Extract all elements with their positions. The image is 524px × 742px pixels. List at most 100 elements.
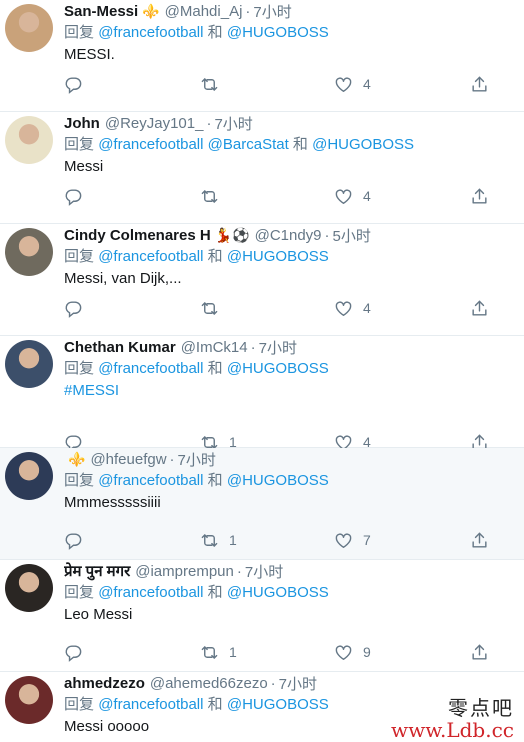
tweet-time[interactable]: 7小时 [178,449,216,470]
tweet-time[interactable]: 7小时 [259,337,297,358]
tweet-header: Cindy Colmenares H💃⚽@C1ndy9·5小时 [64,224,524,246]
avatar[interactable] [5,116,53,164]
tweet-text: #MESSI [64,380,524,402]
display-name[interactable]: John [64,115,100,132]
mention-link[interactable]: @BarcaStat [208,136,289,153]
reply-button[interactable] [64,531,83,550]
tweet[interactable]: ⚜️@hfeuefgw·7小时回复 @francefootball 和 @HUG… [0,448,524,560]
reply-prefix: 回复 [64,696,94,713]
reply-prefix: 回复 [64,136,94,153]
replying-to: 回复 @francefootball 和 @HUGOBOSS [64,358,524,380]
avatar[interactable] [5,340,53,388]
mention-link[interactable]: @francefootball [98,136,203,153]
display-name[interactable]: San-Messi [64,3,138,20]
user-handle[interactable]: @C1ndy9 [255,227,322,244]
separator-dot: · [245,3,250,20]
user-handle[interactable]: @iamprempun [135,563,234,580]
tweet-time[interactable]: 7小时 [245,561,283,582]
avatar[interactable] [5,4,53,52]
display-name[interactable]: Chethan Kumar [64,339,176,356]
retweet-button[interactable] [200,299,229,318]
mention-link[interactable]: @HUGOBOSS [227,360,329,377]
watermark-text: 零点吧 [391,697,514,719]
hashtag-link[interactable]: #MESSI [64,382,119,399]
reply-button[interactable] [64,299,83,318]
like-button[interactable]: 7 [334,531,371,550]
reply-button[interactable] [64,75,83,94]
tweet-actions: 19 [64,640,524,664]
retweet-button[interactable] [200,75,229,94]
like-button[interactable]: 9 [334,643,371,662]
name-emoji: 💃⚽ [215,227,250,244]
tweet-text-content: Messi ooooo [64,718,149,735]
reply-button[interactable] [64,187,83,206]
retweet-icon [200,187,219,206]
share-button[interactable] [470,531,489,550]
mention-link[interactable]: @francefootball [98,248,203,265]
display-name[interactable]: ahmedzezo [64,675,145,692]
retweet-button[interactable] [200,187,229,206]
reply-prefix: 回复 [64,248,94,265]
and-word: 和 [208,248,223,265]
tweet[interactable]: San-Messi⚜️@Mahdi_Aj·7小时回复 @francefootba… [0,0,524,112]
tweet-header: ahmedzezo@ahemed66zezo·7小时 [64,672,524,694]
user-handle[interactable]: @ahemed66zezo [150,675,268,692]
share-button[interactable] [470,75,489,94]
share-button[interactable] [470,299,489,318]
like-button[interactable]: 4 [334,75,371,94]
like-button[interactable]: 4 [334,299,371,318]
retweet-icon [200,75,219,94]
like-icon [334,643,353,662]
user-handle[interactable]: @Mahdi_Aj [165,3,243,20]
reply-button[interactable] [64,643,83,662]
tweet-text: Messi [64,156,524,178]
mention-link[interactable]: @HUGOBOSS [227,472,329,489]
tweet-actions: 17 [64,528,524,552]
tweet-time[interactable]: 7小时 [214,113,252,134]
replying-to: 回复 @francefootball @BarcaStat 和 @HUGOBOS… [64,134,524,156]
mention-link[interactable]: @francefootball [98,24,203,41]
tweet-time[interactable]: 5小时 [333,225,371,246]
tweet[interactable]: John@ReyJay101_·7小时回复 @francefootball @B… [0,112,524,224]
mention-link[interactable]: @francefootball [98,472,203,489]
user-handle[interactable]: @hfeuefgw [90,451,166,468]
tweet-time[interactable]: 7小时 [279,673,317,694]
tweet-header: प्रेम पुन मगर@iamprempun·7小时 [64,560,524,582]
avatar[interactable] [5,452,53,500]
retweet-icon [200,643,219,662]
reply-prefix: 回复 [64,584,94,601]
mention-link[interactable]: @francefootball [98,360,203,377]
retweet-button[interactable]: 1 [200,643,237,662]
tweet[interactable]: Cindy Colmenares H💃⚽@C1ndy9·5小时回复 @franc… [0,224,524,336]
share-button[interactable] [470,643,489,662]
mention-link[interactable]: @HUGOBOSS [227,248,329,265]
mention-link[interactable]: @francefootball [98,696,203,713]
share-button[interactable] [470,187,489,206]
mention-link[interactable]: @HUGOBOSS [227,584,329,601]
like-icon [334,75,353,94]
separator-dot: · [251,339,256,356]
avatar[interactable] [5,676,53,724]
user-handle[interactable]: @ReyJay101_ [105,115,204,132]
share-icon [470,299,489,318]
and-word: 和 [208,24,223,41]
like-button[interactable]: 4 [334,187,371,206]
avatar[interactable] [5,228,53,276]
mention-link[interactable]: @HUGOBOSS [312,136,414,153]
mention-link[interactable]: @francefootball [98,584,203,601]
display-name[interactable]: प्रेम पुन मगर [64,561,130,581]
replying-to: 回复 @francefootball 和 @HUGOBOSS [64,582,524,604]
tweet-text-content: Messi [64,158,103,175]
user-handle[interactable]: @ImCk14 [181,339,248,356]
avatar[interactable] [5,564,53,612]
share-icon [470,75,489,94]
retweet-button[interactable]: 1 [200,531,237,550]
tweet-actions: 4 [64,296,524,320]
tweet[interactable]: प्रेम पुन मगर@iamprempun·7小时回复 @francefo… [0,560,524,672]
mention-link[interactable]: @HUGOBOSS [227,24,329,41]
tweet-time[interactable]: 7小时 [253,1,291,22]
display-name[interactable]: Cindy Colmenares H [64,227,211,244]
reply-prefix: 回复 [64,360,94,377]
mention-link[interactable]: @HUGOBOSS [227,696,329,713]
tweet[interactable]: Chethan Kumar@ImCk14·7小时回复 @francefootba… [0,336,524,448]
